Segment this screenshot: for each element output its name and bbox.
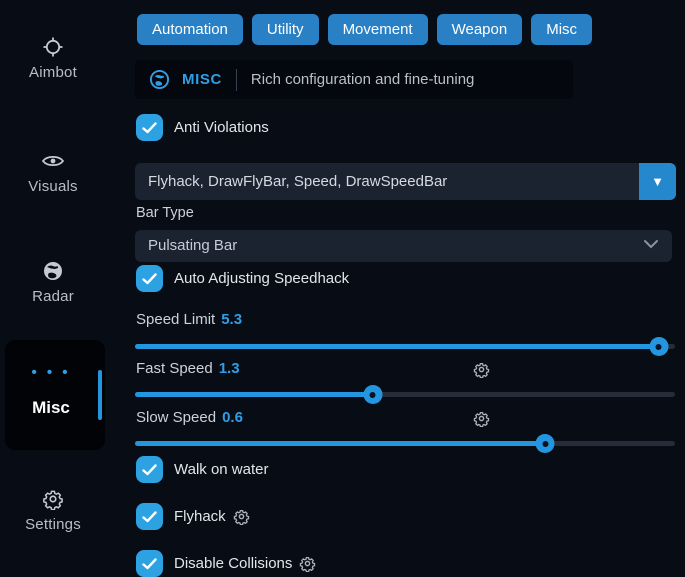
sidebar-item-label: Misc bbox=[5, 398, 97, 418]
section-title: MISC bbox=[182, 71, 222, 88]
checkbox-label: Flyhack bbox=[174, 508, 226, 525]
sidebar-item-settings[interactable]: Settings bbox=[0, 488, 106, 533]
main-panel: Automation Utility Movement Weapon Misc … bbox=[135, 0, 676, 563]
slider-name: Slow Speed bbox=[136, 409, 216, 426]
slider-fill bbox=[135, 441, 545, 446]
slider-fill bbox=[135, 392, 373, 397]
checkmark-icon bbox=[142, 558, 157, 570]
slider-value: 0.6 bbox=[222, 409, 243, 426]
tab-utility[interactable]: Utility bbox=[252, 14, 319, 45]
slider-thumb[interactable] bbox=[363, 385, 382, 404]
section-subtitle: Rich configuration and fine-tuning bbox=[251, 71, 474, 88]
checkmark-icon bbox=[142, 122, 157, 134]
checkbox-row-auto-adjusting: Auto Adjusting Speedhack bbox=[136, 265, 349, 292]
checkbox-label: Disable Collisions bbox=[174, 555, 292, 572]
sidebar-item-label: Radar bbox=[0, 288, 106, 305]
eye-icon bbox=[0, 150, 106, 172]
slider-label-slow-speed: Slow Speed 0.6 bbox=[136, 409, 243, 426]
tab-weapon[interactable]: Weapon bbox=[437, 14, 523, 45]
gear-icon[interactable] bbox=[473, 410, 490, 427]
gear-icon bbox=[0, 488, 106, 510]
checkbox-row-flyhack: Flyhack bbox=[136, 503, 250, 530]
checkbox-auto-adjusting[interactable] bbox=[136, 265, 163, 292]
slider-speed-limit[interactable] bbox=[135, 344, 675, 349]
slider-name: Fast Speed bbox=[136, 360, 213, 377]
tab-movement[interactable]: Movement bbox=[328, 14, 428, 45]
slider-thumb[interactable] bbox=[649, 337, 668, 356]
chevron-down-icon bbox=[643, 239, 659, 249]
sidebar-item-aimbot[interactable]: Aimbot bbox=[0, 36, 106, 81]
checkbox-anti-violations[interactable] bbox=[136, 114, 163, 141]
tab-misc[interactable]: Misc bbox=[531, 14, 592, 45]
checkbox-row-walk-on-water: Walk on water bbox=[136, 456, 268, 483]
category-tabs: Automation Utility Movement Weapon Misc bbox=[137, 14, 592, 45]
gear-icon[interactable] bbox=[233, 508, 250, 525]
checkbox-label: Auto Adjusting Speedhack bbox=[174, 270, 349, 287]
bar-multiselect[interactable]: Flyhack, DrawFlyBar, Speed, DrawSpeedBar… bbox=[135, 163, 676, 200]
checkbox-walk-on-water[interactable] bbox=[136, 456, 163, 483]
checkbox-label: Anti Violations bbox=[174, 119, 269, 136]
sidebar-item-misc-selected[interactable]: • • • Misc bbox=[5, 340, 105, 450]
globe-icon bbox=[149, 69, 170, 90]
sidebar-item-label: Aimbot bbox=[0, 64, 106, 81]
active-indicator-bar bbox=[98, 370, 102, 420]
slider-label-speed-limit: Speed Limit 5.3 bbox=[136, 311, 242, 328]
tab-automation[interactable]: Automation bbox=[137, 14, 243, 45]
banner-divider bbox=[236, 69, 237, 91]
slider-name: Speed Limit bbox=[136, 311, 215, 328]
gear-icon[interactable] bbox=[299, 555, 316, 572]
checkmark-icon bbox=[142, 464, 157, 476]
checkmark-icon bbox=[142, 511, 157, 523]
checkbox-row-anti-violations: Anti Violations bbox=[136, 114, 269, 141]
sidebar-item-radar[interactable]: Radar bbox=[0, 260, 106, 305]
ellipsis-icon: • • • bbox=[5, 364, 97, 381]
bar-multiselect-value: Flyhack, DrawFlyBar, Speed, DrawSpeedBar bbox=[148, 163, 447, 200]
checkbox-flyhack[interactable] bbox=[136, 503, 163, 530]
sidebar-item-label: Settings bbox=[0, 516, 106, 533]
bar-type-label: Bar Type bbox=[136, 205, 194, 221]
sidebar-item-visuals[interactable]: Visuals bbox=[0, 150, 106, 195]
sidebar-item-label: Visuals bbox=[0, 178, 106, 195]
checkbox-disable-collisions[interactable] bbox=[136, 550, 163, 577]
sidebar: Aimbot Visuals Radar • • • Misc bbox=[0, 0, 112, 563]
dropdown-arrow-button[interactable]: ▼ bbox=[639, 163, 676, 200]
slider-fast-speed[interactable] bbox=[135, 392, 675, 397]
slider-value: 5.3 bbox=[221, 311, 242, 328]
section-banner: MISC Rich configuration and fine-tuning bbox=[135, 60, 573, 99]
slider-label-fast-speed: Fast Speed 1.3 bbox=[136, 360, 240, 377]
slider-value: 1.3 bbox=[219, 360, 240, 377]
checkbox-row-disable-collisions: Disable Collisions bbox=[136, 550, 316, 577]
checkmark-icon bbox=[142, 273, 157, 285]
bar-type-value: Pulsating Bar bbox=[148, 230, 237, 262]
gear-icon[interactable] bbox=[473, 361, 490, 378]
slider-fill bbox=[135, 344, 659, 349]
globe-icon bbox=[0, 260, 106, 282]
slider-thumb[interactable] bbox=[536, 434, 555, 453]
slider-slow-speed[interactable] bbox=[135, 441, 675, 446]
checkbox-label: Walk on water bbox=[174, 461, 268, 478]
bar-type-select[interactable]: Pulsating Bar bbox=[135, 230, 672, 262]
crosshair-icon bbox=[0, 36, 106, 58]
